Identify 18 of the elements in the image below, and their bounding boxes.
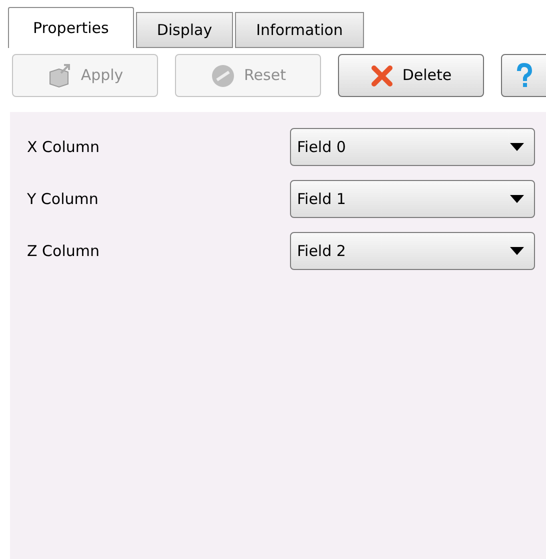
dropdown[interactable]: Field 0	[290, 128, 535, 166]
dropdown-arrow-icon	[510, 143, 524, 151]
dropdown-arrow-icon	[510, 195, 524, 203]
field-label: Y Column	[27, 188, 100, 210]
prohibited-icon	[210, 62, 236, 88]
box-arrow-icon	[46, 62, 73, 88]
tab[interactable]: Display	[136, 12, 234, 48]
help-icon	[516, 62, 532, 88]
tab[interactable]: Information	[235, 12, 364, 48]
field-label: X Column	[27, 136, 100, 158]
dropdown[interactable]: Field 1	[290, 180, 535, 218]
help-button[interactable]	[501, 54, 546, 97]
delete-button[interactable]: Delete	[338, 54, 484, 97]
field-label: Z Column	[27, 240, 100, 262]
tab[interactable]: Properties	[8, 7, 134, 48]
dropdown[interactable]: Field 2	[290, 232, 535, 270]
close-icon	[370, 64, 394, 88]
dropdown-arrow-icon	[510, 247, 524, 255]
